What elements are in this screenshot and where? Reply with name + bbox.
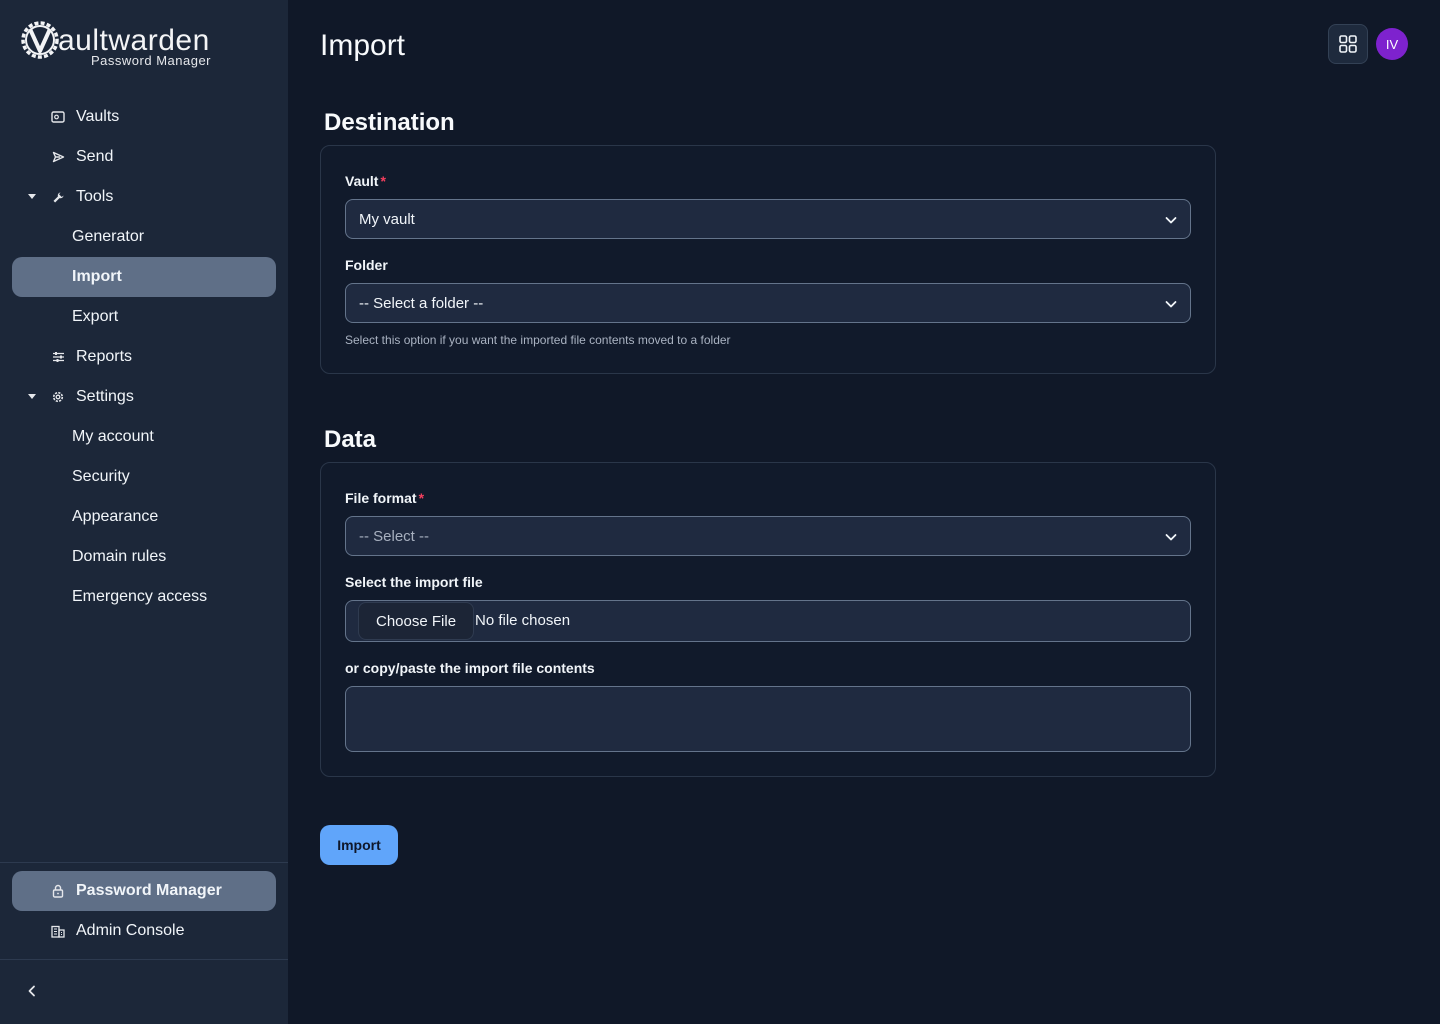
folder-label: Folder (345, 257, 388, 273)
product-label: Password Manager (76, 882, 222, 899)
sidebar-item-label: Domain rules (72, 548, 167, 565)
sidebar: aultwarden Password Manager Vaults Send … (0, 0, 288, 1024)
vault-label: Vault * (345, 173, 386, 189)
sidebar-item-security[interactable]: Security (12, 457, 276, 497)
page-title: Import (320, 29, 406, 62)
lock-icon (50, 883, 66, 899)
vaultwarden-logo[interactable]: aultwarden Password Manager (20, 20, 240, 72)
file-format-label-text: File format (345, 490, 417, 506)
sidebar-item-tools[interactable]: Tools (12, 177, 276, 217)
chevron-down-icon (1165, 217, 1177, 224)
chevron-left-icon (28, 985, 35, 997)
sidebar-item-domain-rules[interactable]: Domain rules (12, 537, 276, 577)
logo-subtitle: Password Manager (91, 53, 211, 68)
collapse-sidebar-button[interactable] (20, 979, 44, 1003)
sidebar-item-label: Import (72, 268, 122, 285)
required-marker: * (380, 173, 386, 189)
file-format-label: File format * (345, 490, 424, 506)
chevron-down-icon (1165, 301, 1177, 308)
sidebar-item-label: Vaults (76, 108, 120, 125)
file-format-select-value: -- Select -- (359, 527, 430, 545)
folder-select[interactable]: -- Select a folder -- (345, 283, 1191, 323)
sidebar-item-appearance[interactable]: Appearance (12, 497, 276, 537)
sidebar-item-import[interactable]: Import (12, 257, 276, 297)
sidebar-item-my-account[interactable]: My account (12, 417, 276, 457)
sliders-icon (50, 349, 66, 365)
sidebar-divider (0, 959, 288, 960)
send-icon (50, 149, 66, 165)
sidebar-item-label: Generator (72, 228, 145, 245)
vault-select-value: My vault (359, 210, 415, 228)
sidebar-item-send[interactable]: Send (12, 137, 276, 177)
sidebar-item-export[interactable]: Export (12, 297, 276, 337)
sidebar-item-vaults[interactable]: Vaults (12, 97, 276, 137)
caret-down-icon[interactable] (26, 191, 38, 203)
paste-contents-textarea[interactable] (345, 686, 1191, 752)
import-file-input[interactable]: Choose File No file chosen (345, 600, 1191, 642)
wrench-icon (50, 189, 66, 205)
vault-select[interactable]: My vault (345, 199, 1191, 239)
data-heading: Data (324, 426, 377, 453)
building-icon (50, 923, 66, 939)
destination-heading: Destination (324, 109, 455, 136)
product-switcher-button[interactable] (1328, 24, 1368, 64)
sidebar-item-label: Emergency access (72, 588, 208, 605)
product-admin-console[interactable]: Admin Console (12, 911, 276, 951)
file-status: No file chosen (475, 612, 571, 629)
import-button[interactable]: Import (320, 825, 398, 865)
required-marker: * (418, 490, 425, 506)
sidebar-item-settings[interactable]: Settings (12, 377, 276, 417)
vault-label-text: Vault (345, 173, 379, 189)
chevron-down-icon (1165, 534, 1177, 541)
folder-hint: Select this option if you want the impor… (345, 333, 731, 347)
sidebar-item-label: Appearance (72, 508, 159, 525)
choose-file-button[interactable]: Choose File (358, 602, 475, 640)
sidebar-item-label: Reports (76, 348, 133, 365)
file-format-select[interactable]: -- Select -- (345, 516, 1191, 556)
sidebar-item-label: Security (72, 468, 130, 485)
sidebar-item-label: Tools (76, 188, 114, 205)
gear-icon (50, 389, 66, 405)
import-file-label: Select the import file (345, 574, 483, 590)
sidebar-item-label: Send (76, 148, 114, 165)
vault-icon (50, 109, 66, 125)
sidebar-item-generator[interactable]: Generator (12, 217, 276, 257)
product-password-manager[interactable]: Password Manager (12, 871, 276, 911)
avatar[interactable]: IV (1376, 28, 1408, 60)
sidebar-item-reports[interactable]: Reports (12, 337, 276, 377)
vaultwarden-wheel-icon (21, 21, 59, 59)
sidebar-item-label: My account (72, 428, 154, 445)
caret-down-icon[interactable] (26, 391, 38, 403)
sidebar-item-label: Export (72, 308, 119, 325)
sidebar-item-label: Settings (76, 388, 134, 405)
sidebar-item-emergency-access[interactable]: Emergency access (12, 577, 276, 617)
folder-select-value: -- Select a folder -- (359, 294, 484, 312)
product-label: Admin Console (76, 922, 185, 939)
paste-contents-label: or copy/paste the import file contents (345, 660, 595, 676)
grid-icon (1339, 35, 1357, 53)
sidebar-divider (0, 862, 288, 863)
